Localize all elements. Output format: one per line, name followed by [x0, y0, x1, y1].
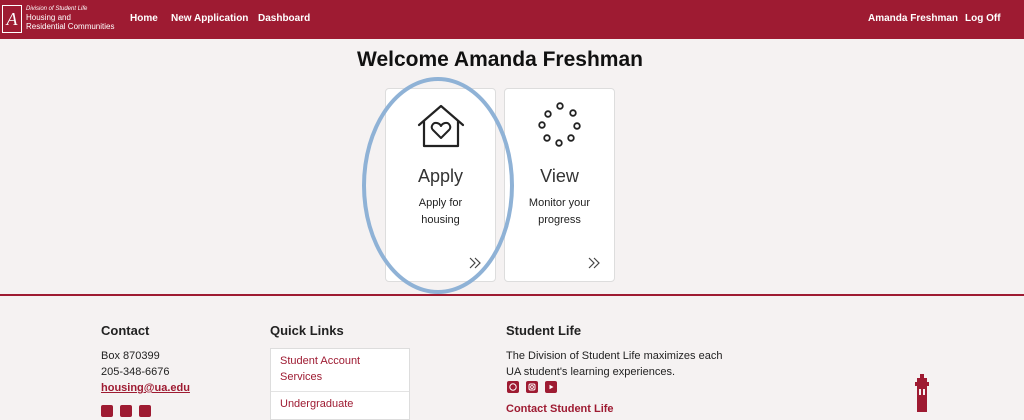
- quick-links-heading: Quick Links: [270, 323, 344, 338]
- brand-name-line2: Residential Communities: [26, 22, 115, 31]
- top-nav-bar: A Division of Student Life Housing and R…: [0, 0, 1024, 39]
- footer-divider: [0, 294, 1024, 296]
- facebook-glyph-icon: [509, 383, 517, 391]
- nav-user-name[interactable]: Amanda Freshman: [868, 13, 958, 24]
- nav-dashboard[interactable]: Dashboard: [258, 13, 310, 24]
- contact-box: Box 870399: [101, 350, 160, 362]
- nav-new-application[interactable]: New Application: [171, 13, 248, 24]
- student-life-heading: Student Life: [506, 323, 582, 338]
- student-life-text-line1: The Division of Student Life maximizes e…: [506, 350, 723, 362]
- ua-logo[interactable]: A: [2, 5, 22, 33]
- view-card[interactable]: View Monitor your progress: [504, 88, 615, 282]
- list-divider: [271, 391, 409, 392]
- denny-chimes-icon: [915, 374, 929, 412]
- quick-link-student-account-services[interactable]: Student Account Services: [280, 353, 360, 385]
- contact-phone: 205-348-6676: [101, 366, 170, 378]
- nav-log-off[interactable]: Log Off: [965, 13, 1001, 24]
- view-card-title: View: [540, 166, 579, 186]
- facebook-icon[interactable]: [507, 381, 519, 393]
- contact-email-link[interactable]: housing@ua.edu: [101, 382, 190, 394]
- facebook-icon[interactable]: [101, 405, 113, 417]
- highlight-ellipse: [362, 77, 514, 294]
- quick-link-line1: Student Account: [280, 355, 361, 367]
- brand-division: Division of Student Life: [26, 6, 88, 12]
- quick-link-undergraduate[interactable]: Undergraduate: [280, 396, 353, 412]
- view-card-description: Monitor your progress: [515, 195, 604, 229]
- double-chevron-right-icon[interactable]: [588, 257, 600, 269]
- brand-text[interactable]: Division of Student Life Housing and Res…: [26, 5, 114, 31]
- quick-links-list: Student Account Services Undergraduate: [270, 348, 410, 420]
- student-life-text-line2: UA student's learning experiences.: [506, 366, 676, 378]
- youtube-icon[interactable]: [139, 405, 151, 417]
- page-title: Welcome Amanda Freshman: [357, 48, 643, 71]
- youtube-glyph-icon: [549, 384, 554, 390]
- brand-name-line1: Housing and: [26, 13, 71, 22]
- view-desc-line2: progress: [538, 214, 581, 226]
- loading-dots-icon: [538, 102, 581, 147]
- quick-link-line2: Services: [280, 371, 323, 383]
- view-desc-line1: Monitor your: [528, 197, 591, 209]
- instagram-icon[interactable]: [120, 405, 132, 417]
- nav-home[interactable]: Home: [130, 13, 158, 24]
- instagram-icon[interactable]: [526, 381, 538, 393]
- contact-heading: Contact: [101, 323, 150, 338]
- contact-student-life-link[interactable]: Contact Student Life: [506, 403, 614, 415]
- instagram-glyph-icon: [528, 383, 536, 391]
- youtube-icon[interactable]: [545, 381, 557, 393]
